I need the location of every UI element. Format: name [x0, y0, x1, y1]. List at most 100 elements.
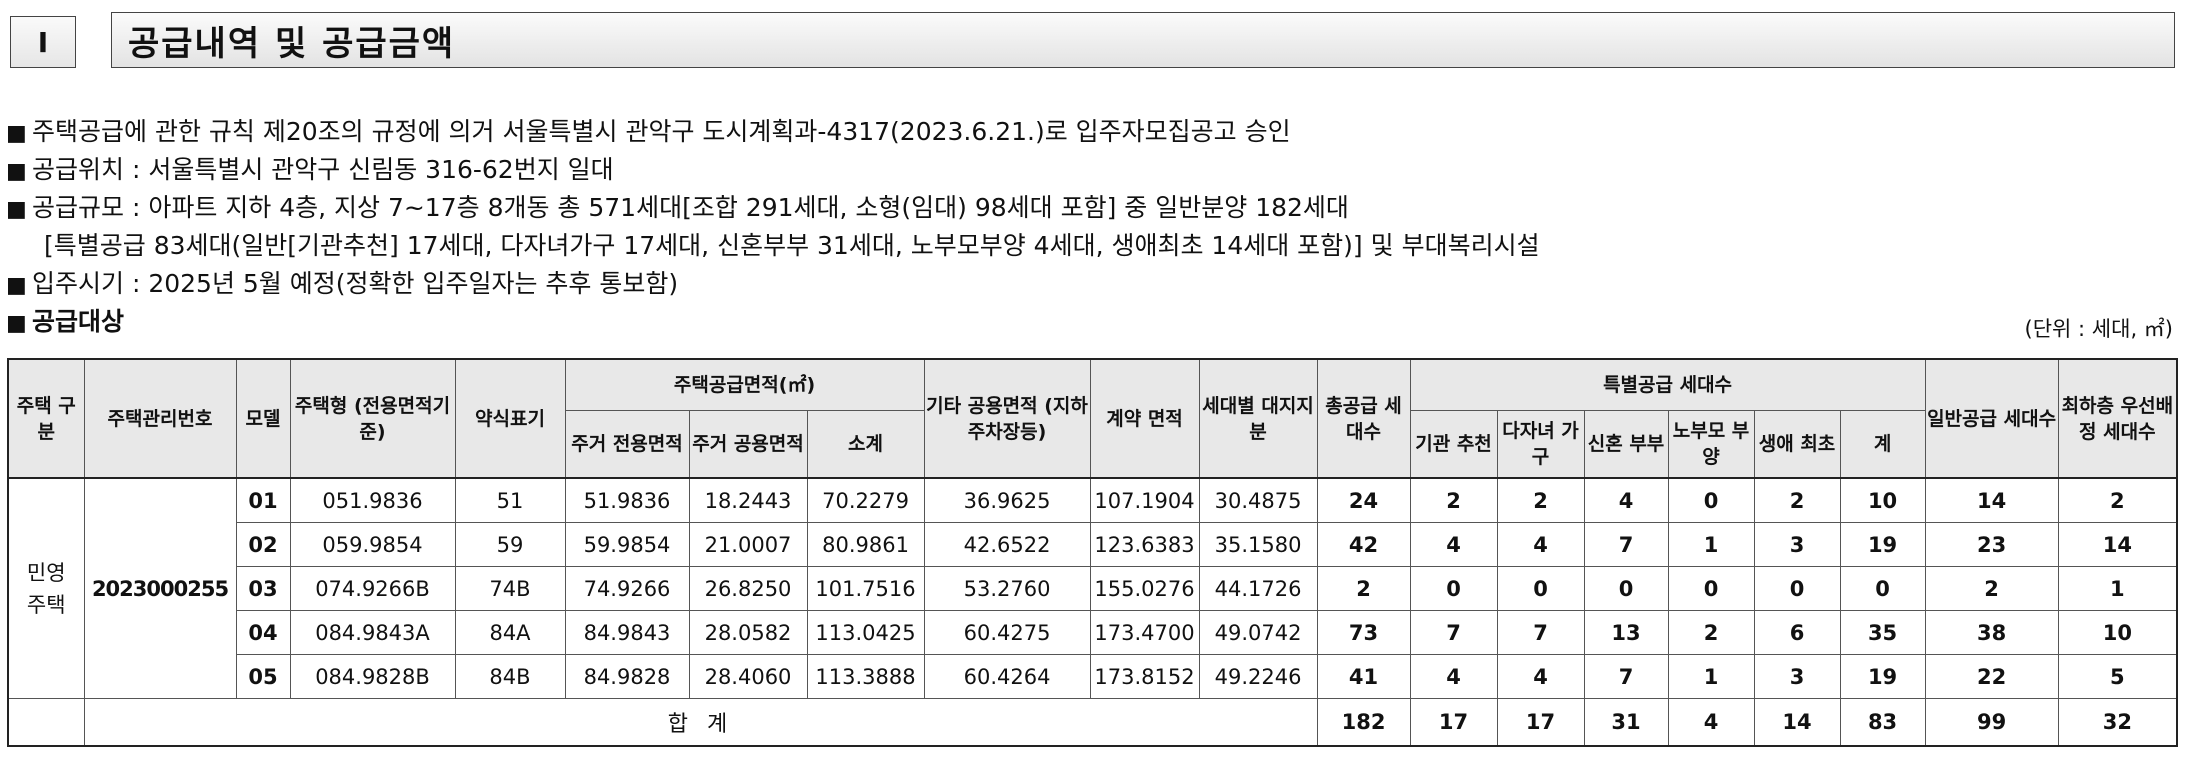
header-sp-first-time: 생애 최초: [1753, 410, 1841, 479]
cell-land-share: 30.4875: [1198, 477, 1318, 523]
header-sp-institution: 기관 추천: [1409, 410, 1498, 479]
cell-land-share: 49.0742: [1198, 610, 1318, 655]
cell-res-exclusive: 51.9836: [564, 477, 690, 523]
total-empty-cell: [7, 698, 85, 747]
header-sp-multichild: 다자녀 가구: [1496, 410, 1585, 479]
cell-sp-institution: 2: [1409, 477, 1498, 523]
cell-sp-institution: 0: [1409, 566, 1498, 611]
cell-sp-multichild: 4: [1496, 522, 1585, 567]
cell-general-supply: 14: [1924, 477, 2059, 523]
header-total-units: 총공급 세대수: [1316, 358, 1411, 479]
cell-res-common: 21.0007: [688, 522, 808, 567]
cell-sp-newlywed: 7: [1583, 654, 1669, 699]
cell-sp-multichild: 7: [1496, 610, 1585, 655]
cell-contract-area: 155.0276: [1089, 566, 1200, 611]
cell-sp-first-time: 6: [1753, 610, 1841, 655]
cell-lowest-floor: 1: [2057, 566, 2178, 611]
cell-contract-area: 173.8152: [1089, 654, 1200, 699]
header-res-exclusive: 주거 전용면적: [564, 410, 690, 479]
total-label: 합 계: [83, 698, 1318, 747]
cell-other-common: 53.2760: [923, 566, 1091, 611]
cell-res-common: 18.2443: [688, 477, 808, 523]
total-row: 합 계 182 17 17 31 4 14 83 99 32: [7, 698, 2178, 747]
cell-sp-sum: 0: [1839, 566, 1926, 611]
bullet-text: 공급규모 : 아파트 지하 4층, 지상 7~17층 8개동 총 571세대[조…: [32, 193, 1349, 222]
cell-sp-newlywed: 4: [1583, 477, 1669, 523]
cell-land-share: 44.1726: [1198, 566, 1318, 611]
cell-abbr: 84A: [454, 610, 566, 655]
cell-sp-first-time: 3: [1753, 522, 1841, 567]
cell-sp-sum: 10: [1839, 477, 1926, 523]
table-row: 02 059.9854 59 59.9854 21.0007 80.9861 4…: [8, 522, 2178, 567]
total-sp-newlywed: 31: [1583, 698, 1669, 747]
cell-house-type: 084.9828B: [289, 654, 456, 699]
cell-contract-area: 123.6383: [1089, 522, 1200, 567]
cell-sp-sum: 19: [1839, 522, 1926, 567]
cell-abbr: 84B: [454, 654, 566, 699]
cell-subtotal: 113.3888: [806, 654, 925, 699]
cell-land-share: 35.1580: [1198, 522, 1318, 567]
square-bullet-icon: ■: [6, 311, 27, 336]
bullet-location: ■ 공급위치 : 서울특별시 관악구 신림동 316-62번지 일대: [6, 151, 2176, 189]
cell-sp-first-time: 2: [1753, 477, 1841, 523]
total-sp-multichild: 17: [1496, 698, 1585, 747]
cell-sp-sum: 35: [1839, 610, 1926, 655]
cell-other-common: 60.4275: [923, 610, 1091, 655]
total-sp-sum: 83: [1839, 698, 1926, 747]
cell-abbr: 59: [454, 522, 566, 567]
cell-abbr: 74B: [454, 566, 566, 611]
header-res-common: 주거 공용면적: [688, 410, 808, 479]
header-house-type: 주택형 (전용면적기준): [289, 358, 456, 479]
cell-general-supply: 38: [1924, 610, 2059, 655]
square-bullet-icon: ■: [6, 121, 27, 146]
cell-other-common: 60.4264: [923, 654, 1091, 699]
cell-general-supply: 2: [1924, 566, 2059, 611]
header-lowest-floor: 최하층 우선배정 세대수: [2057, 358, 2178, 479]
cell-sp-first-time: 0: [1753, 566, 1841, 611]
mgmt-no-cell: 2023000255: [83, 477, 237, 699]
cell-sp-elderly: 1: [1667, 654, 1755, 699]
cell-sp-first-time: 3: [1753, 654, 1841, 699]
unit-note: (단위 : 세대, ㎡): [2024, 317, 2173, 341]
square-bullet-icon: ■: [6, 159, 27, 184]
header-abbr: 약식표기: [454, 358, 566, 479]
cell-sp-elderly: 0: [1667, 566, 1755, 611]
cell-contract-area: 173.4700: [1089, 610, 1200, 655]
table-row: 05 084.9828B 84B 84.9828 28.4060 113.388…: [8, 654, 2178, 699]
cell-model: 05: [235, 654, 291, 699]
header-general-supply: 일반공급 세대수: [1924, 358, 2059, 479]
cell-model: 04: [235, 610, 291, 655]
cell-sp-institution: 4: [1409, 654, 1498, 699]
header-type: 주택 구분: [7, 358, 85, 479]
bullet-supply-target: ■ 공급대상: [6, 303, 2176, 341]
cell-total-units: 41: [1316, 654, 1411, 699]
table-row: 04 084.9843A 84A 84.9843 28.0582 113.042…: [8, 610, 2178, 655]
cell-total-units: 24: [1316, 477, 1411, 523]
cell-res-common: 26.8250: [688, 566, 808, 611]
cell-subtotal: 101.7516: [806, 566, 925, 611]
cell-res-common: 28.0582: [688, 610, 808, 655]
bullet-move-in: ■ 입주시기 : 2025년 5월 예정(정확한 입주일자는 추후 통보함): [6, 265, 2176, 303]
cell-sp-elderly: 0: [1667, 477, 1755, 523]
cell-house-type: 059.9854: [289, 522, 456, 567]
square-bullet-icon: ■: [6, 197, 27, 222]
header-special-supply: 특별공급 세대수: [1409, 358, 1926, 411]
cell-total-units: 73: [1316, 610, 1411, 655]
cell-lowest-floor: 14: [2057, 522, 2178, 567]
cell-res-common: 28.4060: [688, 654, 808, 699]
table-row: 민영 주택 2023000255 01 051.9836 51 51.9836 …: [7, 477, 2178, 699]
cell-res-exclusive: 84.9843: [564, 610, 690, 655]
cell-subtotal: 70.2279: [806, 477, 925, 523]
cell-sp-elderly: 2: [1667, 610, 1755, 655]
cell-land-share: 49.2246: [1198, 654, 1318, 699]
header-contract-area: 계약 면적: [1089, 358, 1200, 479]
cell-subtotal: 80.9861: [806, 522, 925, 567]
total-sp-institution: 17: [1409, 698, 1498, 747]
cell-sp-elderly: 1: [1667, 522, 1755, 567]
header-land-share: 세대별 대지지분: [1198, 358, 1318, 479]
cell-house-type: 051.9836: [289, 477, 456, 523]
section-number: I: [10, 16, 76, 68]
cell-sp-multichild: 2: [1496, 477, 1585, 523]
header-sp-elderly: 노부모 부양: [1667, 410, 1755, 479]
total-general-supply: 99: [1924, 698, 2059, 747]
